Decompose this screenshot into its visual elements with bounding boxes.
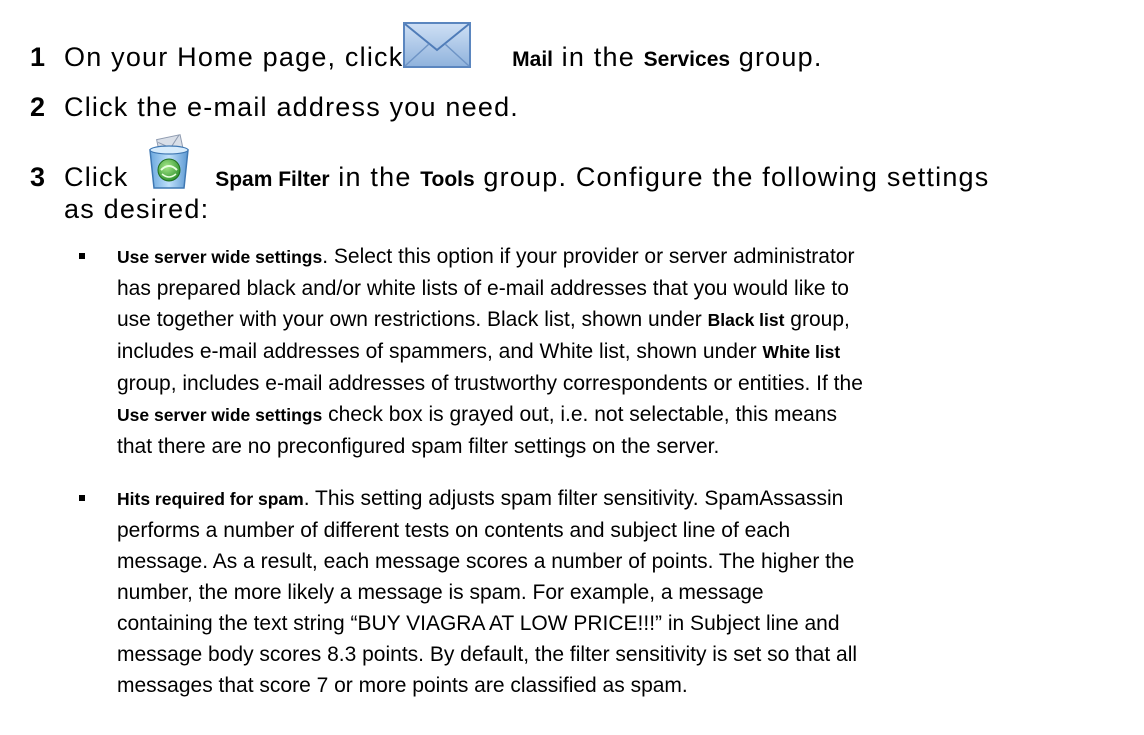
step-number: 3 — [30, 162, 47, 192]
spam-filter-icon — [149, 134, 189, 189]
step-number: 2 — [30, 92, 47, 122]
spam-filter-label: Spam Filter — [215, 168, 330, 191]
services-label: Services — [643, 48, 731, 71]
step-number: 1 — [30, 42, 47, 72]
bullet-text: Use server wide settings. Select this op… — [117, 245, 863, 458]
bullet-icon — [79, 253, 85, 259]
bullet-icon — [79, 495, 85, 501]
step-text: Click — [64, 162, 138, 192]
step-text: On your Home page, click — [64, 42, 413, 72]
tools-label: Tools — [420, 168, 475, 191]
step-3-continuation: as desired: — [64, 194, 210, 224]
bullet-term: Hits required for spam — [117, 489, 304, 509]
bullet-term: Use server wide settings — [117, 247, 323, 267]
bullet-text: Hits required for spam. This setting adj… — [117, 487, 858, 697]
step-2: 2 Click the e-mail address you need. — [30, 90, 519, 124]
envelope-icon — [403, 22, 471, 68]
mail-label: Mail — [512, 48, 553, 71]
step-text: Click the e-mail address you need. — [64, 92, 520, 122]
